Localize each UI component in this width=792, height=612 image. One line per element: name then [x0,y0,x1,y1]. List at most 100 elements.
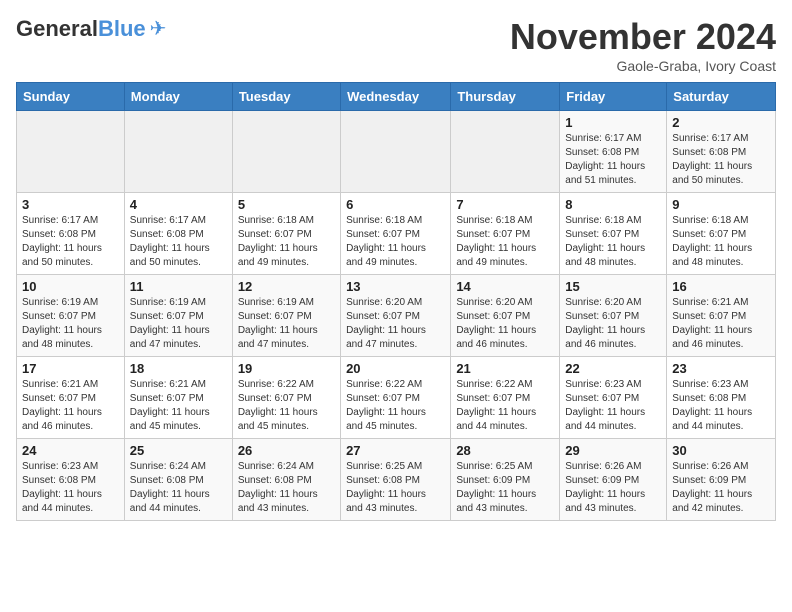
calendar-body: 1 Sunrise: 6:17 AM Sunset: 6:08 PM Daylig… [17,111,776,521]
day-number: 3 [22,197,119,212]
day-cell: 16Sunrise: 6:21 AM Sunset: 6:07 PM Dayli… [667,275,776,357]
header-saturday: Saturday [667,83,776,111]
day-info: Sunrise: 6:21 AM Sunset: 6:07 PM Dayligh… [22,378,119,434]
week-row-2: 3 Sunrise: 6:17 AM Sunset: 6:08 PM Daylig… [17,193,776,275]
day-cell: 28Sunrise: 6:25 AM Sunset: 6:09 PM Dayli… [451,439,560,521]
calendar-table: SundayMondayTuesdayWednesdayThursdayFrid… [16,82,776,521]
day-info: Sunrise: 6:21 AM Sunset: 6:07 PM Dayligh… [130,378,227,434]
day-number: 16 [672,279,770,294]
day-number: 14 [456,279,554,294]
logo-bird-icon: ✈ [150,16,167,41]
day-number: 1 [565,115,661,130]
page-header: GeneralBlue ✈ November 2024 Gaole-Graba,… [16,16,776,74]
day-cell: 4 Sunrise: 6:17 AM Sunset: 6:08 PM Daylig… [124,193,232,275]
day-info: Sunrise: 6:19 AM Sunset: 6:07 PM Dayligh… [238,296,335,352]
day-info: Sunrise: 6:24 AM Sunset: 6:08 PM Dayligh… [238,460,335,516]
day-cell: 23 Sunrise: 6:23 AM Sunset: 6:08 PM Dayli… [667,357,776,439]
header-sunday: Sunday [17,83,125,111]
title-block: November 2024 Gaole-Graba, Ivory Coast [510,16,776,74]
day-info: Sunrise: 6:22 AM Sunset: 6:07 PM Dayligh… [238,378,335,434]
day-info: Sunrise: 6:25 AM Sunset: 6:08 PM Dayligh… [346,460,445,516]
day-cell: 20Sunrise: 6:22 AM Sunset: 6:07 PM Dayli… [341,357,451,439]
day-cell: 19 Sunrise: 6:22 AM Sunset: 6:07 PM Dayli… [232,357,340,439]
day-cell [124,111,232,193]
day-cell: 11Sunrise: 6:19 AM Sunset: 6:07 PM Dayli… [124,275,232,357]
day-info: Sunrise: 6:18 AM Sunset: 6:07 PM Dayligh… [238,214,335,270]
day-number: 17 [22,361,119,376]
day-number: 19 [238,361,335,376]
day-cell: 18 Sunrise: 6:21 AM Sunset: 6:07 PM Dayli… [124,357,232,439]
calendar-header: SundayMondayTuesdayWednesdayThursdayFrid… [17,83,776,111]
day-info: Sunrise: 6:18 AM Sunset: 6:07 PM Dayligh… [346,214,445,270]
logo: GeneralBlue ✈ [16,16,166,41]
day-number: 2 [672,115,770,130]
week-row-3: 10 Sunrise: 6:19 AM Sunset: 6:07 PM Dayli… [17,275,776,357]
header-tuesday: Tuesday [232,83,340,111]
day-number: 8 [565,197,661,212]
day-info: Sunrise: 6:22 AM Sunset: 6:07 PM Dayligh… [456,378,554,434]
day-number: 5 [238,197,335,212]
day-cell: 9 Sunrise: 6:18 AM Sunset: 6:07 PM Daylig… [667,193,776,275]
day-info: Sunrise: 6:26 AM Sunset: 6:09 PM Dayligh… [565,460,661,516]
day-number: 26 [238,443,335,458]
day-number: 4 [130,197,227,212]
day-number: 22 [565,361,661,376]
header-friday: Friday [560,83,667,111]
day-info: Sunrise: 6:20 AM Sunset: 6:07 PM Dayligh… [565,296,661,352]
week-row-5: 24 Sunrise: 6:23 AM Sunset: 6:08 PM Dayli… [17,439,776,521]
day-number: 15 [565,279,661,294]
location-subtitle: Gaole-Graba, Ivory Coast [510,58,776,74]
day-number: 24 [22,443,119,458]
week-row-4: 17 Sunrise: 6:21 AM Sunset: 6:07 PM Dayli… [17,357,776,439]
day-info: Sunrise: 6:18 AM Sunset: 6:07 PM Dayligh… [672,214,770,270]
day-number: 9 [672,197,770,212]
day-number: 20 [346,361,445,376]
day-number: 23 [672,361,770,376]
day-info: Sunrise: 6:23 AM Sunset: 6:08 PM Dayligh… [672,378,770,434]
header-row: SundayMondayTuesdayWednesdayThursdayFrid… [17,83,776,111]
day-cell: 2 Sunrise: 6:17 AM Sunset: 6:08 PM Daylig… [667,111,776,193]
day-info: Sunrise: 6:18 AM Sunset: 6:07 PM Dayligh… [456,214,554,270]
day-info: Sunrise: 6:20 AM Sunset: 6:07 PM Dayligh… [456,296,554,352]
day-number: 27 [346,443,445,458]
day-number: 10 [22,279,119,294]
day-info: Sunrise: 6:20 AM Sunset: 6:07 PM Dayligh… [346,296,445,352]
day-cell: 27 Sunrise: 6:25 AM Sunset: 6:08 PM Dayli… [341,439,451,521]
day-cell: 5 Sunrise: 6:18 AM Sunset: 6:07 PM Daylig… [232,193,340,275]
day-cell [451,111,560,193]
day-cell: 30 Sunrise: 6:26 AM Sunset: 6:09 PM Dayli… [667,439,776,521]
day-info: Sunrise: 6:17 AM Sunset: 6:08 PM Dayligh… [672,132,770,188]
day-cell: 21 Sunrise: 6:22 AM Sunset: 6:07 PM Dayli… [451,357,560,439]
day-info: Sunrise: 6:23 AM Sunset: 6:08 PM Dayligh… [22,460,119,516]
day-number: 11 [130,279,227,294]
day-number: 7 [456,197,554,212]
day-cell: 3 Sunrise: 6:17 AM Sunset: 6:08 PM Daylig… [17,193,125,275]
day-info: Sunrise: 6:18 AM Sunset: 6:07 PM Dayligh… [565,214,661,270]
day-info: Sunrise: 6:19 AM Sunset: 6:07 PM Dayligh… [22,296,119,352]
day-number: 30 [672,443,770,458]
day-cell: 1Sunrise: 6:17 AM Sunset: 6:08 PM Daylig… [560,111,667,193]
month-title: November 2024 [510,16,776,58]
day-info: Sunrise: 6:17 AM Sunset: 6:08 PM Dayligh… [22,214,119,270]
day-cell: 7 Sunrise: 6:18 AM Sunset: 6:07 PM Daylig… [451,193,560,275]
logo-general: General [16,16,98,41]
day-number: 21 [456,361,554,376]
day-number: 25 [130,443,227,458]
header-monday: Monday [124,83,232,111]
day-number: 18 [130,361,227,376]
day-info: Sunrise: 6:23 AM Sunset: 6:07 PM Dayligh… [565,378,661,434]
day-info: Sunrise: 6:26 AM Sunset: 6:09 PM Dayligh… [672,460,770,516]
day-number: 13 [346,279,445,294]
day-cell: 13 Sunrise: 6:20 AM Sunset: 6:07 PM Dayli… [341,275,451,357]
day-cell [232,111,340,193]
day-cell: 26 Sunrise: 6:24 AM Sunset: 6:08 PM Dayli… [232,439,340,521]
header-thursday: Thursday [451,83,560,111]
day-cell: 25 Sunrise: 6:24 AM Sunset: 6:08 PM Dayli… [124,439,232,521]
day-cell [17,111,125,193]
day-cell: 22 Sunrise: 6:23 AM Sunset: 6:07 PM Dayli… [560,357,667,439]
day-info: Sunrise: 6:17 AM Sunset: 6:08 PM Dayligh… [130,214,227,270]
day-cell: 8 Sunrise: 6:18 AM Sunset: 6:07 PM Daylig… [560,193,667,275]
week-row-1: 1 Sunrise: 6:17 AM Sunset: 6:08 PM Daylig… [17,111,776,193]
day-cell: 29Sunrise: 6:26 AM Sunset: 6:09 PM Dayli… [560,439,667,521]
day-info: Sunrise: 6:24 AM Sunset: 6:08 PM Dayligh… [130,460,227,516]
